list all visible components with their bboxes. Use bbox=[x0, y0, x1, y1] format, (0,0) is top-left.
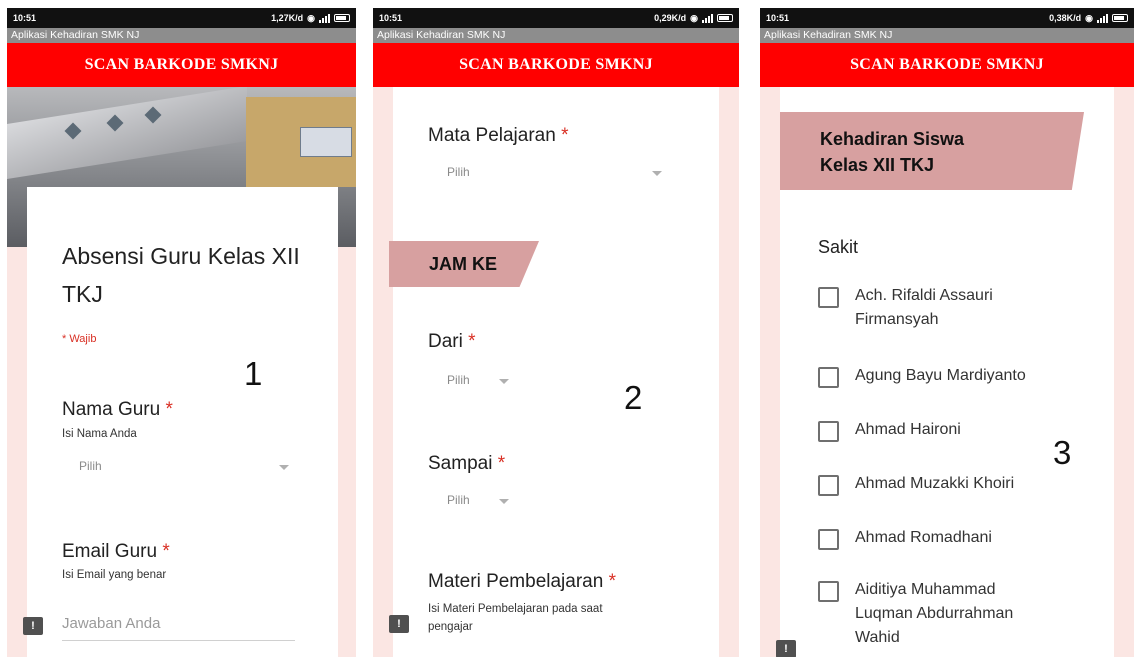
form-card: Mata Pelajaran * Pilih Dari * Pilih 2 Sa… bbox=[393, 87, 719, 657]
signal-icon bbox=[1097, 13, 1108, 23]
phone-screen-2: 10:51 0,29K/d ◉ Aplikasi Kehadiran SMK N… bbox=[373, 8, 739, 657]
signal-icon bbox=[702, 13, 713, 23]
app-title: Aplikasi Kehadiran SMK NJ bbox=[373, 28, 739, 43]
student-name: Agung Bayu Mardiyanto bbox=[855, 367, 1026, 384]
dari-label: Dari * bbox=[428, 331, 476, 352]
sakit-label: Sakit bbox=[818, 237, 859, 257]
email-guru-input[interactable]: Jawaban Anda bbox=[62, 615, 295, 641]
feedback-icon[interactable]: ! bbox=[776, 640, 796, 657]
email-guru-hint: Isi Email yang benar bbox=[62, 569, 167, 581]
checkbox[interactable] bbox=[818, 367, 839, 388]
photo-roof bbox=[7, 87, 247, 180]
feedback-icon[interactable]: ! bbox=[389, 615, 409, 633]
student-checkbox-row[interactable]: Aiditiya Muhammad Luqman Abdurrahman Wah… bbox=[818, 578, 1013, 650]
section-kehadiran-siswa: Kehadiran Siswa Kelas XII TKJ bbox=[780, 112, 1084, 190]
step-number: 3 bbox=[1053, 434, 1072, 471]
battery-icon bbox=[717, 14, 733, 22]
wifi-icon: ◉ bbox=[1085, 12, 1093, 23]
checkbox[interactable] bbox=[818, 287, 839, 308]
nama-guru-hint: Isi Nama Anda bbox=[62, 428, 137, 440]
student-checkbox-row[interactable]: Ahmad Haironi bbox=[818, 418, 961, 442]
photo-sign bbox=[300, 127, 352, 157]
chevron-down-icon bbox=[499, 379, 509, 384]
chevron-down-icon bbox=[499, 499, 509, 504]
chevron-down-icon bbox=[279, 465, 289, 470]
checkbox[interactable] bbox=[818, 421, 839, 442]
sampai-select[interactable]: Pilih bbox=[447, 493, 509, 513]
student-checkbox-row[interactable]: Ahmad Romadhani bbox=[818, 526, 992, 550]
dari-select[interactable]: Pilih bbox=[447, 373, 509, 393]
status-bar: 10:51 0,29K/d ◉ bbox=[373, 8, 739, 28]
form-title: Absensi Guru Kelas XII TKJ bbox=[62, 243, 300, 307]
wifi-icon: ◉ bbox=[690, 12, 698, 23]
checkbox[interactable] bbox=[818, 529, 839, 550]
student-name: Ahmad Muzakki Khoiri bbox=[855, 475, 1015, 492]
required-note: * Wajib bbox=[62, 333, 97, 345]
status-time: 10:51 bbox=[13, 13, 37, 23]
checkbox[interactable] bbox=[818, 581, 839, 602]
materi-hint: Isi Materi Pembelajaran pada saat bbox=[428, 603, 603, 615]
student-name: Ach. Rifaldi Assauri bbox=[855, 287, 993, 304]
required-asterisk: * bbox=[608, 571, 616, 592]
network-speed: 0,38K/d bbox=[1049, 13, 1082, 23]
required-asterisk: * bbox=[561, 125, 569, 146]
student-name: Ahmad Romadhani bbox=[855, 529, 992, 546]
step-number: 1 bbox=[244, 355, 263, 392]
status-bar: 10:51 1,27K/d ◉ bbox=[7, 8, 356, 28]
required-asterisk: * bbox=[497, 453, 506, 474]
network-speed: 1,27K/d bbox=[271, 13, 304, 23]
status-time: 10:51 bbox=[766, 13, 790, 23]
app-title: Aplikasi Kehadiran SMK NJ bbox=[7, 28, 356, 43]
phone-screen-3: 10:51 0,38K/d ◉ Aplikasi Kehadiran SMK N… bbox=[760, 8, 1134, 657]
materi-label: Materi Pembelajaran * bbox=[428, 571, 616, 592]
nama-guru-label: Nama Guru * bbox=[62, 399, 173, 420]
network-speed: 0,29K/d bbox=[654, 13, 687, 23]
signal-icon bbox=[319, 13, 330, 23]
status-time: 10:51 bbox=[379, 13, 403, 23]
form-card: Absensi Guru Kelas XII TKJ * Wajib 1 Nam… bbox=[27, 187, 338, 657]
nama-guru-select[interactable]: Pilih bbox=[79, 459, 289, 479]
email-guru-label: Email Guru * bbox=[62, 541, 170, 562]
student-name-line2: Luqman Abdurrahman bbox=[855, 605, 1014, 622]
battery-icon bbox=[334, 14, 350, 22]
battery-icon bbox=[1112, 14, 1128, 22]
checkbox[interactable] bbox=[818, 475, 839, 496]
wifi-icon: ◉ bbox=[307, 12, 315, 23]
status-bar: 10:51 0,38K/d ◉ bbox=[760, 8, 1134, 28]
mata-pelajaran-label: Mata Pelajaran * bbox=[428, 125, 569, 146]
header-title: SCAN BARKODE SMKNJ bbox=[760, 43, 1134, 87]
feedback-icon[interactable]: ! bbox=[23, 617, 43, 635]
student-checkbox-row[interactable]: Ahmad Muzakki Khoiri bbox=[818, 472, 1014, 496]
student-name-line2: Firmansyah bbox=[855, 311, 939, 328]
student-name-line3: Wahid bbox=[855, 629, 900, 646]
app-title: Aplikasi Kehadiran SMK NJ bbox=[760, 28, 1134, 43]
materi-hint-line2: pengajar bbox=[428, 621, 473, 633]
required-asterisk: * bbox=[162, 541, 170, 562]
required-asterisk: * bbox=[165, 399, 173, 420]
section-jam-ke: JAM KE bbox=[389, 241, 539, 287]
header-title: SCAN BARKODE SMKNJ bbox=[373, 43, 739, 87]
required-asterisk: * bbox=[468, 331, 476, 352]
phone-screen-1: 10:51 1,27K/d ◉ Aplikasi Kehadiran SMK N… bbox=[7, 8, 356, 657]
student-name: Aiditiya Muhammad bbox=[855, 581, 996, 598]
student-name: Ahmad Haironi bbox=[855, 421, 961, 438]
sampai-label: Sampai * bbox=[428, 453, 506, 474]
student-checkbox-row[interactable]: Agung Bayu Mardiyanto bbox=[818, 364, 1026, 388]
student-checkbox-row[interactable]: Ach. Rifaldi Assauri Firmansyah bbox=[818, 284, 993, 332]
header-title: SCAN BARKODE SMKNJ bbox=[7, 43, 356, 87]
mata-pelajaran-select[interactable]: Pilih bbox=[447, 165, 662, 185]
chevron-down-icon bbox=[652, 171, 662, 176]
step-number: 2 bbox=[624, 379, 643, 416]
